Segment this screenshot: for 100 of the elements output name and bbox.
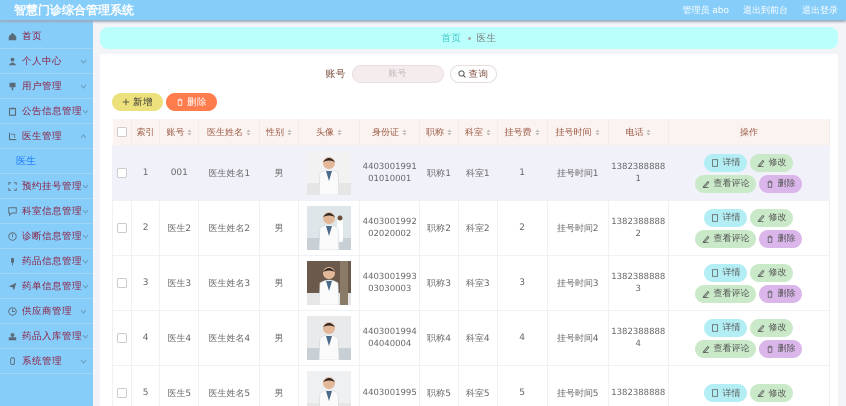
sort-icon[interactable] xyxy=(594,128,600,136)
edit-button[interactable]: 修改 xyxy=(750,318,794,336)
comments-button[interactable]: 查看评论 xyxy=(695,174,756,192)
menu-icon xyxy=(8,56,17,66)
checkbox[interactable] xyxy=(116,332,127,343)
field-label: 账号 xyxy=(326,68,346,81)
pencil-icon xyxy=(757,214,766,222)
sort-icon[interactable] xyxy=(337,128,342,136)
document-icon xyxy=(711,158,720,166)
menu-icon xyxy=(8,232,17,240)
menu-icon xyxy=(8,306,17,316)
delete-button[interactable]: 删除 xyxy=(759,284,802,302)
menu-item[interactable]: 用户管理 xyxy=(0,74,93,99)
document-icon xyxy=(711,214,720,222)
sort-icon[interactable] xyxy=(246,128,252,136)
detail-button[interactable]: 详情 xyxy=(704,208,748,226)
menu-item[interactable]: 药单信息管理 xyxy=(0,274,93,299)
menu-icon xyxy=(8,356,17,366)
column-header: 索引 xyxy=(136,126,155,138)
sort-icon[interactable] xyxy=(187,128,192,136)
sort-icon[interactable] xyxy=(402,128,408,136)
sort-icon[interactable] xyxy=(486,128,491,136)
column-header: 操作 xyxy=(740,126,758,138)
menu-icon xyxy=(8,106,17,116)
column-header: 电话 xyxy=(625,126,644,138)
user-label: 管理员 abo xyxy=(682,4,729,16)
column-header: 医生姓名 xyxy=(207,126,244,138)
search-icon xyxy=(458,70,466,78)
menu-icon xyxy=(8,282,17,290)
column-header: 性别 xyxy=(266,126,284,138)
menu-item[interactable]: 药品信息管理 xyxy=(0,249,93,274)
checkbox[interactable] xyxy=(116,126,127,137)
pencil-icon xyxy=(702,234,710,242)
pencil-icon xyxy=(757,389,766,397)
column-header: 科室 xyxy=(464,126,483,138)
menu-item[interactable]: 科室信息管理 xyxy=(0,199,93,224)
table-row[interactable]: 1 001 医生姓名1 男 440300199101010001 职称1 科室1 1 挂号时间1 13823888881 详情 修改 查看评论 删除 xyxy=(112,146,830,200)
search-button[interactable]: 查询 xyxy=(450,65,496,83)
checkbox[interactable] xyxy=(116,168,127,178)
app-title: 智慧门诊综合管理系统 xyxy=(14,2,135,18)
document-icon xyxy=(711,268,720,276)
menu-icon xyxy=(8,256,17,266)
comments-button[interactable]: 查看评论 xyxy=(695,284,756,302)
delete-button[interactable]: 删除 xyxy=(759,174,802,192)
pencil-icon xyxy=(757,158,766,166)
detail-button[interactable]: 详情 xyxy=(704,154,748,172)
menu-icon xyxy=(8,182,17,190)
menu-icon xyxy=(8,332,17,340)
detail-button[interactable]: 详情 xyxy=(704,318,748,336)
comments-button[interactable]: 查看评论 xyxy=(695,230,756,248)
menu-item[interactable]: 供应商管理 xyxy=(0,299,93,324)
plus-icon xyxy=(122,98,130,106)
pencil-icon xyxy=(757,324,766,332)
sort-icon[interactable] xyxy=(534,128,540,136)
sort-icon[interactable] xyxy=(287,128,292,136)
menu-item[interactable]: 预约挂号管理 xyxy=(0,174,93,199)
pencil-icon xyxy=(702,180,710,188)
column-header: 职称 xyxy=(426,126,444,138)
delete-button[interactable]: 删除 xyxy=(759,230,802,248)
trash-icon xyxy=(766,180,774,188)
detail-button[interactable]: 详情 xyxy=(704,384,748,402)
edit-button[interactable]: 修改 xyxy=(750,208,794,226)
menu-item[interactable]: 诊断信息管理 xyxy=(0,224,93,249)
table-row[interactable]: 3 医生3 医生姓名3 男 440300199303030003 职称3 科室3 3 挂号时间3 13823888883 详情 修改 查看评论 删除 xyxy=(112,256,830,310)
document-icon xyxy=(711,389,720,397)
edit-button[interactable]: 修改 xyxy=(750,154,794,172)
edit-button[interactable]: 修改 xyxy=(750,384,794,402)
menu-icon xyxy=(8,132,17,140)
column-header: 挂号时间 xyxy=(556,126,592,138)
menu-item[interactable]: 医生管理 xyxy=(0,124,93,149)
sort-icon[interactable] xyxy=(447,128,452,136)
menu-item[interactable]: 首页 xyxy=(0,24,93,49)
detail-button[interactable]: 详情 xyxy=(704,264,748,282)
pencil-icon xyxy=(757,268,766,276)
menu-item[interactable]: 个人中心 xyxy=(0,49,93,74)
trash-icon xyxy=(176,98,184,106)
column-header: 账号 xyxy=(166,126,184,138)
trash-icon xyxy=(766,344,774,352)
menu-item[interactable]: 药品入库管理 xyxy=(0,324,93,349)
checkbox[interactable] xyxy=(116,388,127,398)
menu-item[interactable]: 系统管理 xyxy=(0,349,93,374)
menu-icon xyxy=(8,82,17,90)
menu-item[interactable]: 公告信息管理 xyxy=(0,99,93,124)
pencil-icon xyxy=(702,344,710,352)
table-row[interactable]: 5 医生5 医生姓名5 男 4403001995 职称5 科室5 5 挂号时间5 1382388888 详情 修改 xyxy=(112,366,830,406)
search-field[interactable]: 账号 xyxy=(352,65,444,83)
sort-icon[interactable] xyxy=(646,128,652,136)
checkbox[interactable] xyxy=(116,222,127,233)
pencil-icon xyxy=(702,290,710,298)
checkbox[interactable] xyxy=(116,278,127,288)
delete-button[interactable]: 删除 xyxy=(759,340,802,358)
table-row[interactable]: 4 医生4 医生姓名4 男 440300199404040004 职称4 科室4 4 挂号时间4 13823888884 详情 修改 查看评论 删除 xyxy=(112,310,830,366)
column-header: 挂号费 xyxy=(504,126,532,138)
edit-button[interactable]: 修改 xyxy=(750,264,794,282)
column-header: 身份证 xyxy=(372,126,400,138)
document-icon xyxy=(711,324,720,332)
table-row[interactable]: 2 医生2 医生姓名2 男 440300199202020002 职称2 科室2 2 挂号时间2 13823888882 详情 修改 查看评论 删除 xyxy=(112,200,830,256)
comments-button[interactable]: 查看评论 xyxy=(695,340,756,358)
menu-icon xyxy=(8,32,17,40)
add-button[interactable]: 新增 xyxy=(112,93,163,111)
